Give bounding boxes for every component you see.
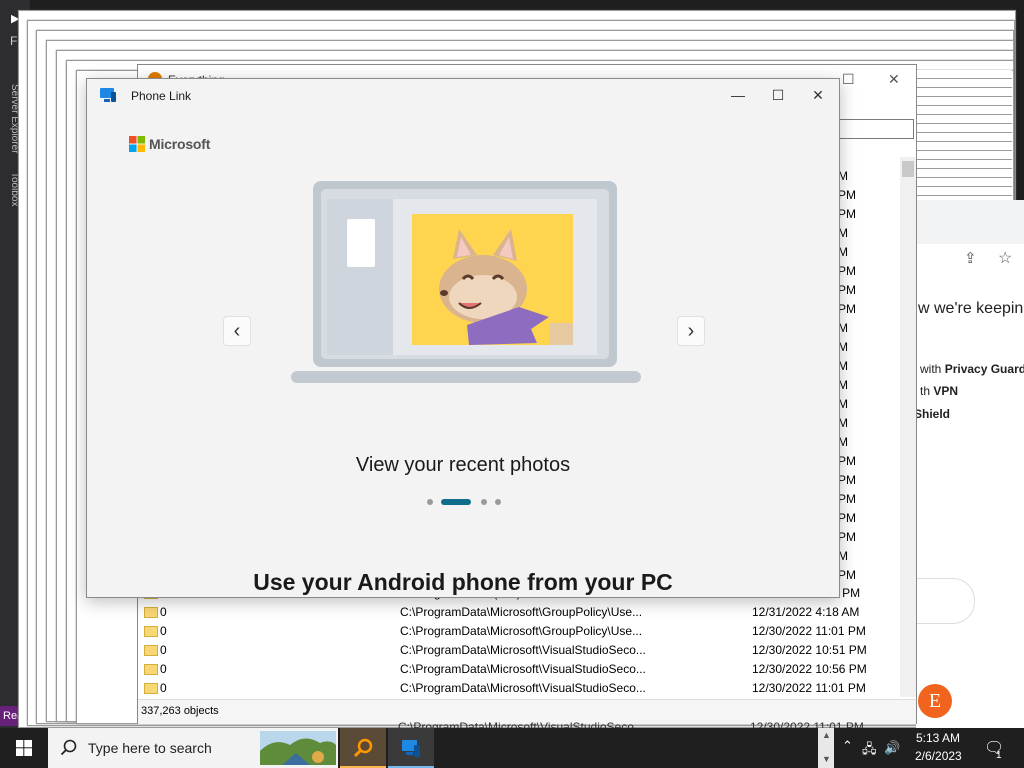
- etsy-icon[interactable]: E: [918, 684, 952, 718]
- minimize-icon[interactable]: —: [723, 83, 753, 107]
- file-name: 0: [160, 624, 167, 638]
- browser-search-pill[interactable]: [916, 578, 975, 624]
- menu-file[interactable]: F: [10, 34, 17, 48]
- everything-scrollbar[interactable]: [900, 157, 916, 697]
- file-date: 12/30/2022 10:56 PM: [752, 662, 867, 676]
- maximize-icon[interactable]: ☐: [842, 71, 855, 88]
- table-row[interactable]: 0 C:\ProgramData\Microsoft\VisualStudioSe…: [138, 641, 902, 660]
- everything-search-input[interactable]: [838, 119, 914, 139]
- file-path: C:\ProgramData\Microsoft\GroupPolicy\Use…: [400, 624, 643, 638]
- browser-line: with Privacy Guard: [920, 362, 1024, 376]
- list-item-date[interactable]: PM: [838, 452, 856, 471]
- phone-link-icon: [402, 740, 420, 757]
- file-name: 0: [160, 605, 167, 619]
- window-edges: [916, 70, 1012, 200]
- browser-headline: w we're keepin: [918, 300, 1024, 317]
- folder-icon: [144, 607, 158, 618]
- maximize-icon[interactable]: ☐: [763, 83, 793, 107]
- taskbar: Type here to search ⌃ 🖧 🔊 🗨 1: [0, 728, 1024, 768]
- share-icon[interactable]: ⇪: [964, 249, 977, 267]
- list-item-date[interactable]: PM: [838, 186, 856, 205]
- scroll-down-icon[interactable]: ▼: [822, 754, 831, 764]
- taskbar-everything-app[interactable]: [340, 728, 386, 768]
- close-icon[interactable]: ✕: [888, 71, 900, 88]
- carousel-dot[interactable]: [481, 499, 487, 505]
- network-icon[interactable]: 🖧: [862, 740, 877, 762]
- file-name: 0: [160, 643, 167, 657]
- carousel-dot[interactable]: [427, 499, 433, 505]
- file-path: C:\ProgramData\Microsoft\GroupPolicy\Use…: [400, 605, 643, 619]
- list-item-date[interactable]: PM: [838, 490, 856, 509]
- list-item-date[interactable]: PM: [838, 300, 856, 319]
- carousel-dot[interactable]: [495, 499, 501, 505]
- file-date: 12/30/2022 10:51 PM: [752, 643, 867, 657]
- file-name: 0: [160, 662, 167, 676]
- start-button[interactable]: [0, 728, 48, 768]
- next-slide-button[interactable]: ›: [677, 316, 705, 346]
- clock-date[interactable]: 2/6/2023: [915, 749, 962, 763]
- background-scrollbar[interactable]: ▲ ▼: [818, 728, 834, 768]
- file-name: 0: [160, 681, 167, 695]
- close-icon[interactable]: ✕: [803, 83, 833, 107]
- list-item-date[interactable]: PM: [838, 509, 856, 528]
- slide-caption: View your recent photos: [355, 454, 571, 476]
- carousel-dot[interactable]: [441, 499, 471, 505]
- table-row[interactable]: 0 C:\ProgramData\Microsoft\VisualStudioSe…: [138, 660, 902, 679]
- folder-icon: [144, 664, 158, 675]
- phone-link-title: Phone Link: [131, 89, 192, 103]
- scroll-up-icon[interactable]: ▲: [822, 730, 831, 740]
- file-date: 12/30/2022 11:01 PM: [752, 624, 866, 638]
- list-item-date[interactable]: PM: [838, 471, 856, 490]
- folder-icon: [144, 626, 158, 637]
- chevron-up-icon[interactable]: ⌃: [842, 738, 853, 754]
- taskbar-search-box[interactable]: Type here to search: [48, 728, 338, 768]
- phone-link-heading: Use your Android phone from your PC: [253, 569, 673, 595]
- phone-link-window: Phone Link — ☐ ✕ Microsoft ‹ › View your…: [86, 78, 840, 598]
- volume-icon[interactable]: 🔊: [884, 740, 900, 756]
- microsoft-logo-icon: [129, 136, 145, 152]
- search-highlight-art-icon: [260, 731, 336, 765]
- folder-icon: [144, 645, 158, 656]
- microsoft-brand: Microsoft: [149, 136, 211, 152]
- taskbar-phone-link-app[interactable]: [388, 728, 434, 768]
- previous-slide-button[interactable]: ‹: [223, 316, 251, 346]
- laptop-photo-illustration: [291, 181, 641, 383]
- search-icon: [60, 739, 77, 756]
- search-placeholder: Type here to search: [88, 740, 212, 756]
- table-row[interactable]: 0 C:\ProgramData\Microsoft\VisualStudioSe…: [138, 679, 902, 697]
- windows-logo-icon: [16, 740, 32, 756]
- clock-time[interactable]: 5:13 AM: [916, 731, 960, 745]
- file-date: 12/30/2022 11:01 PM: [752, 681, 866, 695]
- everything-scroll-thumb[interactable]: [902, 161, 914, 177]
- list-item-date[interactable]: PM: [838, 281, 856, 300]
- list-item-date[interactable]: PM: [838, 262, 856, 281]
- file-date: 12/31/2022 4:18 AM: [752, 605, 860, 619]
- star-icon[interactable]: ☆: [998, 248, 1012, 268]
- table-row[interactable]: 0 C:\ProgramData\Microsoft\GroupPolicy\Us…: [138, 622, 902, 641]
- object-count: 337,263 objects: [141, 705, 219, 717]
- list-item-date[interactable]: PM: [838, 528, 856, 547]
- file-path: C:\ProgramData\Microsoft\VisualStudioSec…: [400, 643, 646, 657]
- list-item-date[interactable]: PM: [838, 205, 856, 224]
- browser-line: Shield: [914, 407, 951, 421]
- table-row[interactable]: 0 C:\ProgramData\Microsoft\GroupPolicy\Us…: [138, 603, 902, 622]
- folder-icon: [144, 683, 158, 694]
- browser-toolbar: ⇪ ☆: [916, 244, 1024, 273]
- notification-count: 1: [996, 750, 1002, 761]
- file-path: C:\ProgramData\Microsoft\VisualStudioSec…: [400, 681, 646, 695]
- magnifier-icon: [353, 738, 373, 758]
- browser-line: th VPN: [920, 384, 959, 398]
- file-path: C:\ProgramData\Microsoft\VisualStudioSec…: [400, 662, 646, 676]
- carousel-indicator: [427, 497, 507, 507]
- phone-link-icon: [100, 88, 116, 102]
- list-item-date[interactable]: PM: [838, 566, 856, 585]
